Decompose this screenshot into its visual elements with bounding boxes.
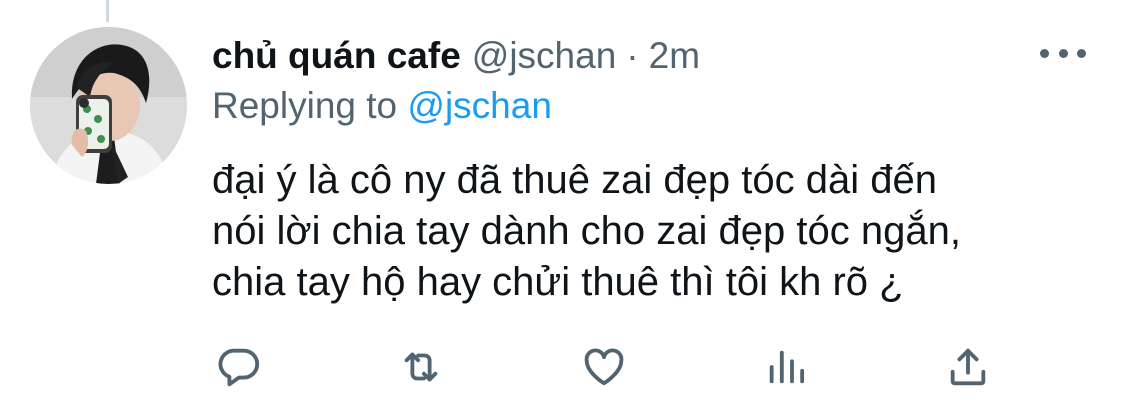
separator-dot: ·	[626, 35, 639, 76]
avatar[interactable]	[30, 27, 187, 184]
share-button[interactable]	[943, 342, 993, 392]
retweet-button[interactable]	[396, 342, 446, 392]
heart-icon	[584, 348, 624, 386]
replying-to-label: Replying to	[212, 85, 398, 126]
more-dot	[1058, 48, 1068, 58]
analytics-icon	[769, 350, 805, 384]
more-dot	[1040, 48, 1049, 58]
tweet-text-line: chia tay hộ hay chửi thuê thì tôi kh rõ …	[212, 260, 904, 304]
timestamp[interactable]: 2m	[649, 34, 700, 78]
more-dot	[1077, 48, 1086, 58]
avatar-image	[30, 27, 187, 184]
share-icon	[950, 348, 986, 386]
thread-connector-line	[106, 0, 109, 22]
replying-to-handle-link[interactable]: @jschan	[407, 85, 552, 126]
like-button[interactable]	[579, 342, 629, 392]
reply-button[interactable]	[214, 342, 264, 392]
tweet-header: chủ quán cafe @jschan · 2m	[212, 34, 700, 78]
tweet-text-line: đại ý là cô ny đã thuê zai đẹp tóc dài đ…	[212, 158, 937, 202]
analytics-button[interactable]	[762, 342, 812, 392]
tweet-text: đại ý là cô ny đã thuê zai đẹp tóc dài đ…	[212, 155, 1092, 308]
user-handle[interactable]: @jschan	[472, 34, 617, 78]
more-horizontal-icon[interactable]	[1040, 44, 1086, 62]
tweet-text-line: nói lời chia tay dành cho zai đẹp tóc ng…	[212, 209, 961, 253]
display-name[interactable]: chủ quán cafe	[212, 34, 461, 78]
retweet-icon	[404, 352, 438, 382]
replying-to: Replying to @jschan	[212, 84, 552, 128]
reply-icon	[218, 348, 260, 387]
